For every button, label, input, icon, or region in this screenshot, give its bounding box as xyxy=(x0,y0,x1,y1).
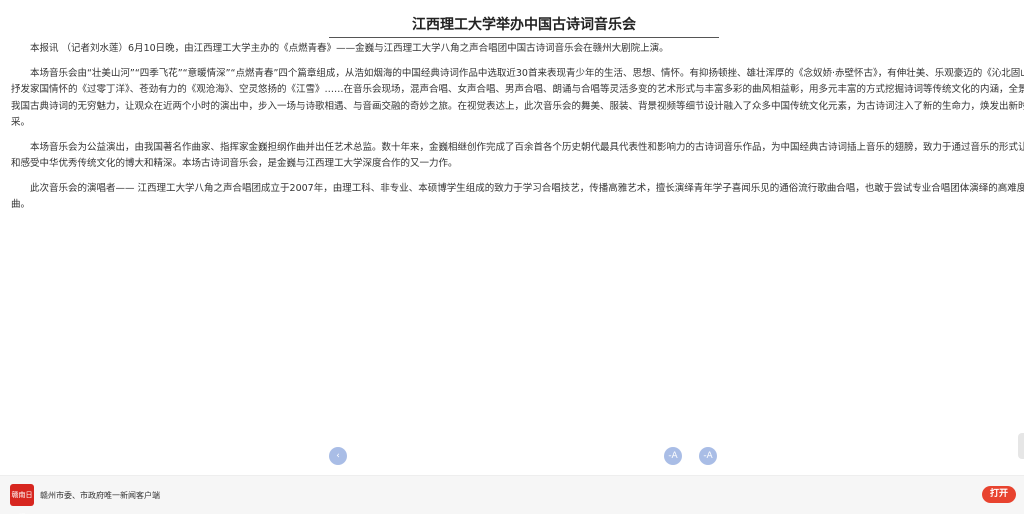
chevron-left-icon: ‹ xyxy=(336,451,340,461)
side-drawer-handle[interactable] xyxy=(1018,433,1024,459)
article-title: 江西理工大学举办中国古诗词音乐会 xyxy=(412,17,636,33)
font-smaller-button[interactable]: -A xyxy=(664,447,682,465)
reader-controls: ‹ -A -A xyxy=(0,447,1024,465)
article-paragraph: 此次音乐会的演唱者—— 江西理工大学八角之声合唱团成立于2007年，由理工科、非… xyxy=(11,182,1024,211)
banner-text: 赣州市委、市政府唯一新闻客户端 xyxy=(40,491,160,500)
open-app-button[interactable]: 打开 xyxy=(982,486,1016,503)
prev-page-button[interactable]: ‹ xyxy=(329,447,347,465)
app-logo: 赣南日报 xyxy=(10,484,34,521)
title-wrap: 江西理工大学举办中国古诗词音乐会 xyxy=(329,14,719,38)
app-download-banner: 赣南日报 赣州市委、市政府唯一新闻客户端 打开 xyxy=(0,475,1024,521)
article-paragraph: 本场音乐会为公益演出，由我国著名作曲家、指挥家金巍担纲作曲并出任艺术总监。数十年… xyxy=(11,141,1024,170)
font-larger-button[interactable]: -A xyxy=(699,447,717,465)
article-paragraph: 本报讯 （记者刘水莲）6月10日晚，由江西理工大学主办的《点燃青春》——金巍与江… xyxy=(30,43,669,54)
article-paragraph: 本场音乐会由“壮美山河”“四季飞花”“意暖情深”“点燃青春”四个篇章组成，从浩如… xyxy=(11,67,1024,129)
article: 江西理工大学举办中国古诗词音乐会 本报讯 （记者刘水莲）6月10日晚，由江西理工… xyxy=(11,14,1024,222)
